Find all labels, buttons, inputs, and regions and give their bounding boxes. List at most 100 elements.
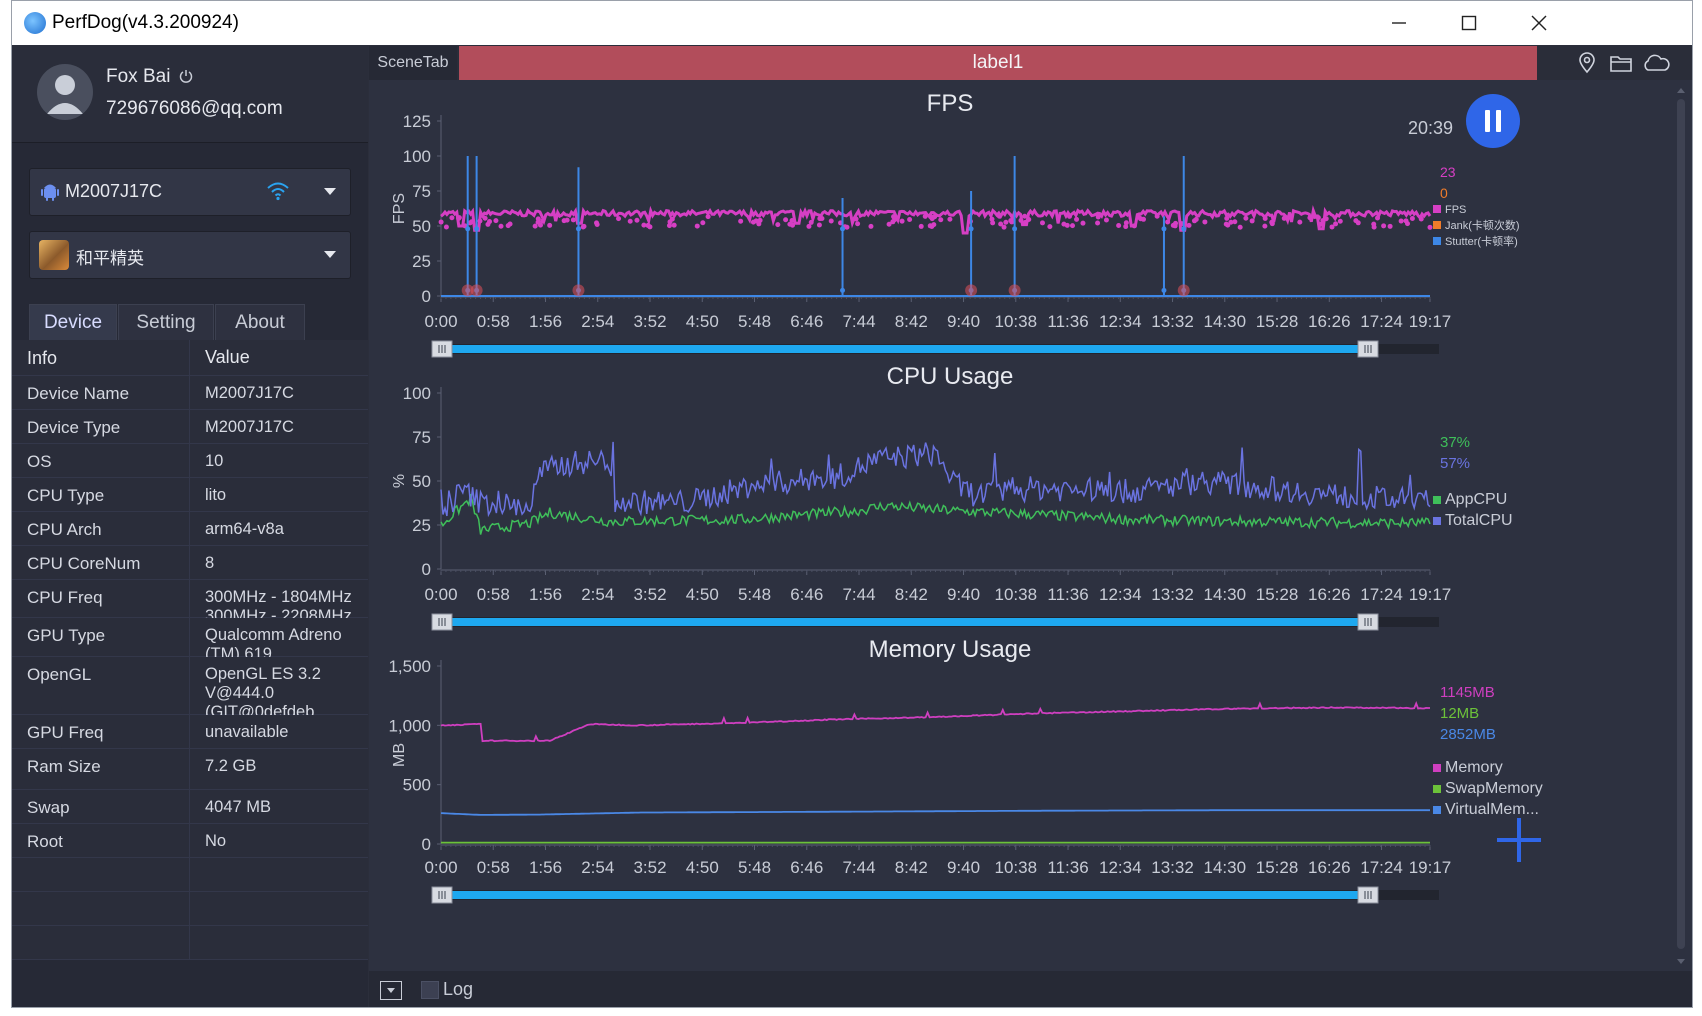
fps-point: [671, 222, 677, 228]
fps-point: [493, 218, 499, 224]
y-tick-label: 1,500: [388, 657, 431, 676]
info-table-row: CPU Arch arm64-v8a: [12, 512, 368, 546]
fps-point: [498, 223, 504, 229]
chart-title: Memory Usage: [869, 636, 1032, 663]
maximize-button[interactable]: [1434, 1, 1504, 45]
fps-point: [1026, 217, 1032, 223]
location-pin-icon[interactable]: [1575, 52, 1599, 74]
fps-point: [790, 222, 796, 228]
fps-point: [594, 220, 600, 226]
power-icon[interactable]: [178, 68, 194, 84]
fps-point: [1039, 220, 1045, 226]
info-table-empty-row: [12, 892, 368, 926]
jank-marker: [1177, 284, 1190, 297]
jank-marker: [965, 284, 978, 297]
y-tick-label: 1,000: [388, 716, 431, 735]
expand-log-button[interactable]: [380, 981, 402, 1000]
log-bar: Log: [369, 971, 1692, 1007]
x-tick-label: 13:32: [1151, 312, 1194, 331]
scroll-thumb[interactable]: [1677, 99, 1685, 949]
stutter-point: [968, 226, 974, 232]
info-table-row: CPU CoreNum 8: [12, 546, 368, 580]
fps-point: [1427, 224, 1433, 230]
charts-svg: FPS FPS 0 25 50 75 100 125 0:00 0:58 1:56 2:54 3:52 4…: [388, 90, 1543, 904]
stutter-point: [840, 226, 846, 232]
fps-point: [1320, 218, 1326, 224]
android-icon: [41, 184, 59, 201]
x-tick-label: 4:50: [686, 585, 719, 604]
x-tick-label: 13:32: [1151, 858, 1194, 877]
x-tick-label: 17:24: [1360, 585, 1403, 604]
scene-tab[interactable]: SceneTab: [369, 46, 457, 80]
fps-point: [564, 217, 570, 223]
fps-point: [1003, 219, 1009, 225]
x-tick-label: 0:00: [424, 858, 457, 877]
scene-label[interactable]: label1: [459, 46, 1537, 80]
minimize-button[interactable]: [1364, 1, 1434, 45]
title-bar: PerfDog(v4.3.200924): [12, 1, 1692, 45]
perfdog-window: PerfDog(v4.3.200924) Fox Bai 729676086@q…: [11, 0, 1693, 1008]
info-key: CPU CoreNum: [27, 554, 141, 573]
pause-button[interactable]: [1466, 94, 1520, 148]
fps-point: [443, 224, 449, 230]
chevron-down-icon: [324, 251, 336, 258]
fps-point: [1237, 224, 1243, 230]
fps-point: [1418, 216, 1424, 222]
column-divider: [189, 478, 190, 511]
memory-series-line: [440, 700, 1430, 743]
info-key: CPU Type: [27, 486, 105, 505]
log-checkbox[interactable]: [421, 981, 439, 999]
info-value: M2007J17C: [205, 384, 294, 402]
tab-setting[interactable]: Setting: [118, 304, 214, 341]
y-tick-label: 75: [412, 428, 431, 447]
fps-point: [1138, 216, 1144, 222]
x-tick-label: 1:56: [529, 858, 562, 877]
fps-point: [1173, 220, 1179, 226]
app-select[interactable]: 和平精英: [29, 231, 351, 279]
info-key: CPU Arch: [27, 520, 102, 539]
y-tick-label: 50: [412, 217, 431, 236]
scroll-down-icon[interactable]: [1674, 955, 1688, 969]
user-card: Fox Bai 729676086@qq.com: [12, 46, 368, 143]
fps-point: [1074, 216, 1080, 222]
close-button[interactable]: [1504, 1, 1574, 45]
y-tick-label: 125: [403, 112, 431, 131]
tab-about[interactable]: About: [215, 304, 305, 341]
fps-point: [808, 219, 814, 225]
info-table-row: GPU Freq unavailable: [12, 715, 368, 749]
folder-icon[interactable]: [1609, 52, 1633, 74]
fps-point: [996, 213, 1002, 219]
fps-point: [1001, 224, 1007, 230]
fps-point: [705, 214, 711, 220]
info-table-row: CPU Type lito: [12, 478, 368, 512]
info-value: No: [205, 832, 227, 850]
device-select[interactable]: M2007J17C: [29, 168, 351, 216]
vertical-scrollbar[interactable]: [1674, 81, 1688, 971]
legend-swatch: [1433, 221, 1441, 229]
x-tick-label: 16:26: [1308, 858, 1351, 877]
user-email: 729676086@qq.com: [106, 98, 283, 119]
column-divider: [189, 926, 190, 959]
x-tick-label: 2:54: [581, 858, 614, 877]
add-chart-button[interactable]: [1493, 814, 1545, 866]
x-tick-label: 0:58: [477, 585, 510, 604]
fps-point: [1262, 216, 1268, 222]
tab-device[interactable]: Device: [29, 304, 117, 341]
y-tick-label: 25: [412, 516, 431, 535]
fps-point: [1371, 224, 1377, 230]
scroll-up-icon[interactable]: [1674, 83, 1688, 97]
x-tick-label: 5:48: [738, 858, 771, 877]
column-divider: [189, 580, 190, 617]
avatar[interactable]: [37, 64, 93, 120]
cloud-icon[interactable]: [1641, 52, 1671, 74]
fps-point: [694, 223, 700, 229]
fps-point: [1095, 220, 1101, 226]
fps-point: [947, 216, 953, 222]
info-table-row: Device Type M2007J17C: [12, 410, 368, 444]
fps-point: [1022, 213, 1028, 219]
stutter-point: [840, 287, 846, 293]
legend-swatch: [1433, 237, 1441, 245]
fps-point: [1064, 222, 1070, 228]
info-table-row: Ram Size 7.2 GB: [12, 749, 368, 790]
fps-point: [757, 217, 763, 223]
